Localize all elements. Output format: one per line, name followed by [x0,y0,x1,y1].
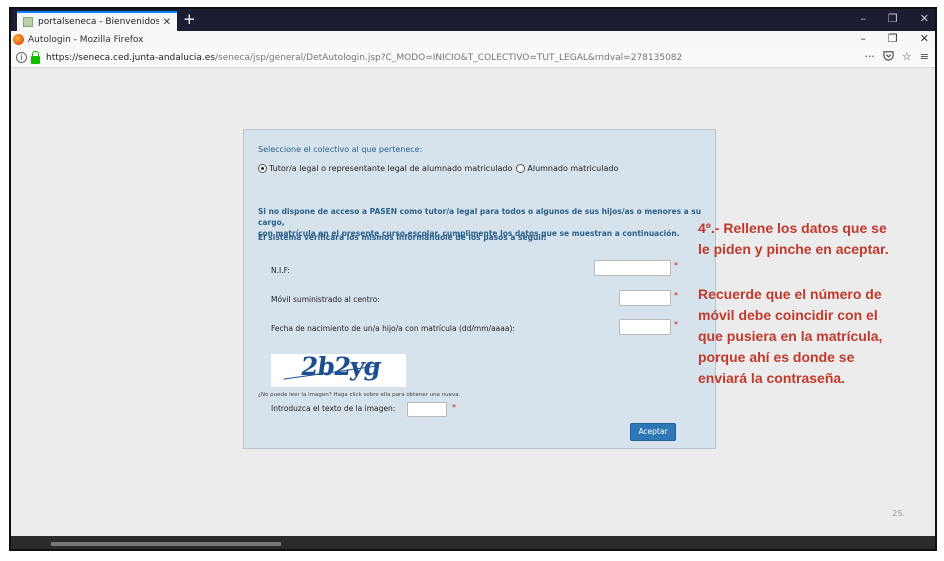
annotation-line-3: Recuerde que el número de [698,286,882,302]
restore-icon[interactable]: ❐ [888,12,898,25]
restore-icon[interactable]: ❐ [888,32,898,45]
minimize-icon[interactable]: – [860,12,866,25]
nif-input[interactable] [594,260,671,276]
info-line-3: El sistema verificará los mismos informá… [258,233,547,242]
annotation-line-1: 4º.- Rellene los datos que se [698,220,887,236]
nif-required-mark: * [674,261,678,270]
radio-alumnado[interactable] [516,164,526,173]
url-actions: ··· ☆ ≡ [864,50,929,64]
screenshot-frame: portalseneca - Bienvenidos al P ✕ + – ❐ … [9,7,937,551]
fecha-required-mark: * [674,320,678,329]
page-actions-icon[interactable]: ··· [864,50,875,64]
bookmark-star-icon[interactable]: ☆ [902,50,912,64]
tab-strip: portalseneca - Bienvenidos al P ✕ + – ❐ … [11,9,935,31]
progress-segment [51,542,281,546]
page-corner-text: 2S. [892,509,905,518]
url-text[interactable]: https://seneca.ced.junta-andalucia.es/se… [46,53,682,63]
captcha-text: 2b2yg [298,354,383,381]
minimize-icon[interactable]: – [860,32,866,45]
url-domain: https://seneca.ced.junta-andalucia.es [46,52,216,63]
new-tab-button[interactable]: + [183,10,196,28]
radio-alumnado-label[interactable]: Alumnado matriculado [527,164,618,173]
page-content: Seleccione el colectivo al que pertenece… [11,68,935,536]
tab-title: portalseneca - Bienvenidos al P [38,17,159,27]
collective-heading: Seleccione el colectivo al que pertenece… [258,145,423,154]
window-title-bar: Autologin - Mozilla Firefox – ❐ ✕ [11,31,935,48]
address-bar[interactable]: i https://seneca.ced.junta-andalucia.es/… [11,48,935,68]
captcha-image[interactable]: 2b2yg [271,354,406,387]
captcha-required-mark: * [452,403,456,412]
window-title: Autologin - Mozilla Firefox [28,34,144,45]
radio-tutor-legal[interactable] [258,164,267,173]
accept-button[interactable]: Aceptar [630,423,676,441]
site-favicon-icon [23,17,33,27]
captcha-input[interactable] [407,402,447,417]
annotation-line-7: enviará la contraseña. [698,370,846,386]
nif-label: N.I.F: [271,266,290,275]
close-icon[interactable]: ✕ [920,12,929,25]
instruction-annotation-1: 4º.- Rellene los datos que se le piden y… [698,218,889,260]
window-controls: – ❐ ✕ [860,32,929,45]
movil-required-mark: * [674,291,678,300]
browser-tab[interactable]: portalseneca - Bienvenidos al P ✕ [17,11,177,31]
url-path: /seneca/jsp/general/DetAutologin.jsp?C_M… [215,52,683,63]
close-icon[interactable]: ✕ [920,32,929,45]
info-line-1: Si no dispone de acceso a PASEN como tut… [258,207,702,227]
pocket-icon[interactable] [883,50,894,64]
annotation-line-2: le piden y pinche en aceptar. [698,241,889,257]
instruction-annotation-2: Recuerde que el número de móvil debe coi… [698,284,882,389]
radio-tutor-label[interactable]: Tutor/a legal o representante legal de a… [269,164,512,173]
annotation-line-4: móvil debe coincidir con el [698,307,878,323]
site-info-icon[interactable]: i [16,52,27,63]
captcha-help-text: ¿No puede leer la imagen? Haga click sob… [258,392,461,398]
tab-close-icon[interactable]: ✕ [163,17,171,28]
video-bottom-bar [11,536,935,549]
fecha-nacimiento-input[interactable] [619,319,671,335]
lock-icon[interactable] [31,50,40,64]
menu-icon[interactable]: ≡ [920,50,929,64]
firefox-logo-icon [13,34,24,45]
autologin-form-panel: Seleccione el colectivo al que pertenece… [243,129,716,449]
fecha-label: Fecha de nacimiento de un/a hijo/a con m… [271,324,515,333]
annotation-line-6: porque ahí es donde se [698,349,855,365]
annotation-line-5: que pusiera en la matrícula, [698,328,883,344]
captcha-input-label: Introduzca el texto de la imagen: [271,404,396,413]
window-controls-dark: – ❐ ✕ [860,12,929,25]
movil-input[interactable] [619,290,671,306]
collective-radio-group: Tutor/a legal o representante legal de a… [258,164,622,173]
movil-label: Móvil suministrado al centro: [271,295,380,304]
